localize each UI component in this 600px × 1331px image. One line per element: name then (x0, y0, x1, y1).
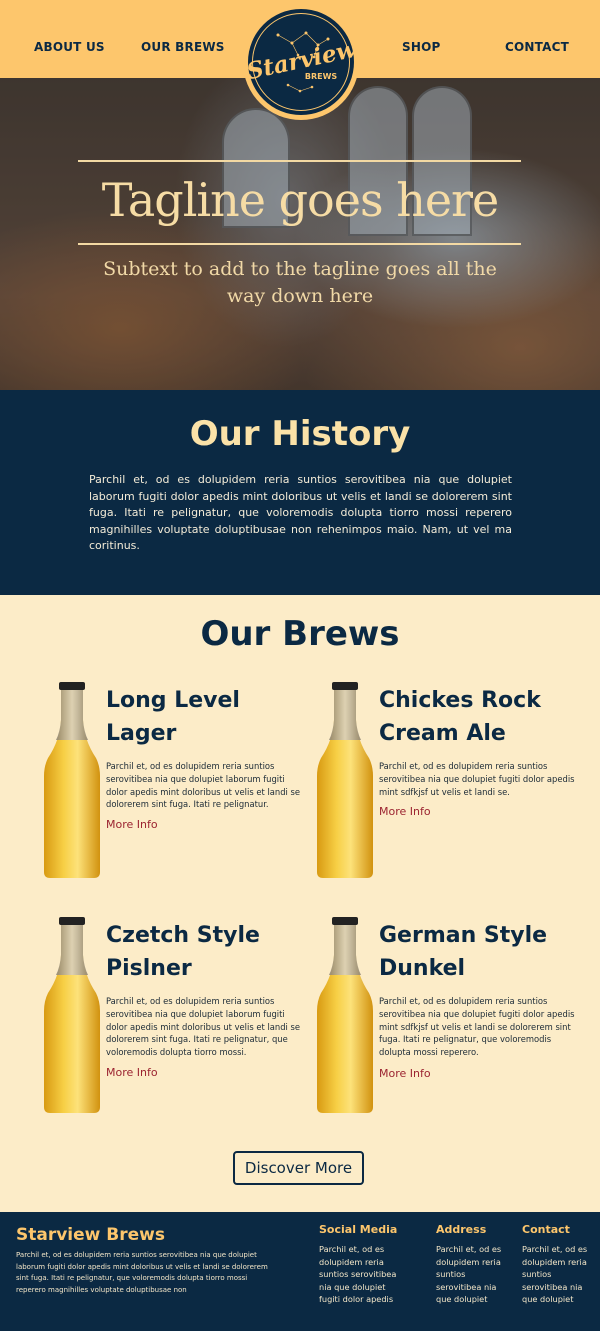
brew-card: Long Level Lager Parchil et, od es dolup… (42, 680, 322, 880)
brew-name: Long Level Lager (106, 688, 240, 746)
brew-description: Parchil et, od es dolupidem reria suntio… (106, 761, 301, 810)
brew-card: Czetch Style Pislner Parchil et, od es d… (42, 915, 322, 1115)
discover-more-button[interactable]: Discover More (233, 1151, 364, 1185)
brew-more-info-link[interactable]: More Info (106, 818, 158, 831)
history-body: Parchil et, od es dolupidem reria suntio… (89, 473, 512, 552)
brew-more-info-link[interactable]: More Info (379, 1067, 431, 1080)
brew-description: Parchil et, od es dolupidem reria suntio… (106, 996, 301, 1058)
footer-social-text: Parchil et, od es dolupidem reria suntio… (319, 1244, 397, 1305)
brew-description: Parchil et, od es dolupidem reria suntio… (379, 761, 575, 797)
hero-banner: Tagline goes here Subtext to add to the … (0, 78, 600, 390)
brew-more-info-link[interactable]: More Info (379, 805, 431, 818)
nav-our-brews[interactable]: OUR BREWS (141, 40, 225, 54)
footer-about-text: Parchil et, od es dolupidem reria suntio… (16, 1251, 268, 1294)
brew-name: German Style Dunkel (379, 923, 548, 981)
nav-about-us[interactable]: ABOUT US (34, 40, 105, 54)
brew-description: Parchil et, od es dolupidem reria suntio… (379, 996, 575, 1058)
history-title: Our History (189, 414, 411, 454)
logo-subtitle: BREWS (304, 72, 338, 81)
brew-card: German Style Dunkel Parchil et, od es do… (315, 915, 595, 1115)
brew-name: Chickes Rock Cream Ale (379, 688, 541, 746)
beer-bottle-icon (317, 917, 373, 1113)
hero-subtext: Subtext to add to the tagline goes all t… (103, 258, 497, 307)
footer-social-title[interactable]: Social Media (319, 1223, 397, 1236)
beer-bottle-icon (44, 682, 100, 878)
footer-address-title[interactable]: Address (436, 1223, 486, 1236)
footer-contact-title[interactable]: Contact (522, 1223, 570, 1236)
footer: Starview Brews Parchil et, od es dolupid… (0, 1212, 600, 1331)
hero-overlay (0, 78, 600, 390)
brew-name: Czetch Style Pislner (106, 923, 260, 981)
nav-shop[interactable]: SHOP (402, 40, 440, 54)
brew-more-info-link[interactable]: More Info (106, 1066, 158, 1079)
nav-contact[interactable]: CONTACT (505, 40, 569, 54)
footer-address-text: Parchil et, od es dolupidem reria suntio… (436, 1244, 502, 1305)
brew-card: Chickes Rock Cream Ale Parchil et, od es… (315, 680, 595, 880)
brews-title: Our Brews (200, 614, 400, 654)
brand-logo[interactable]: Starview BREWS (243, 4, 359, 120)
hero-tagline: Tagline goes here (101, 173, 500, 227)
history-section: Our History Parchil et, od es dolupidem … (0, 390, 600, 595)
beer-bottle-icon (317, 682, 373, 878)
footer-contact-text: Parchil et, od es dolupidem reria suntio… (522, 1244, 588, 1305)
hero-rule-top (78, 160, 521, 162)
footer-brand: Starview Brews (16, 1225, 165, 1245)
beer-bottle-icon (44, 917, 100, 1113)
hero-rule-bottom (78, 243, 521, 245)
